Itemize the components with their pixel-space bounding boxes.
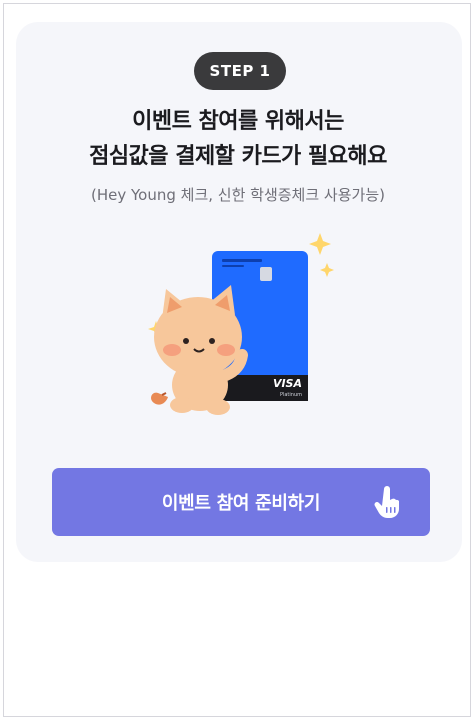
eligible-cards-note: (Hey Young 체크, 신한 학생증체크 사용가능) [91,186,385,204]
card-brand: VISA [273,377,302,390]
tap-hand-icon [374,486,399,518]
title-line-2: 점심값을 결제할 카드가 필요해요 [89,144,387,169]
card-with-cat-illustration: VISA Platinum [148,233,334,415]
prepare-event-button[interactable]: 이벤트 참여 준비하기 [52,468,430,536]
card-tier: Platinum [280,392,302,398]
step-badge-label: STEP 1 [209,62,271,80]
step-badge: STEP 1 [194,52,286,90]
prepare-event-button-label: 이벤트 참여 준비하기 [161,493,321,514]
title-line-1: 이벤트 참여를 위해서는 [132,109,344,134]
